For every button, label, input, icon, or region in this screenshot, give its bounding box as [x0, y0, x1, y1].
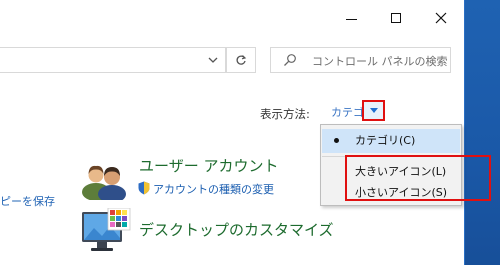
maximize-button[interactable] [381, 8, 411, 28]
menu-item-label: 小さいアイコン(S) [355, 186, 448, 199]
menu-item-label: 大きいアイコン(L) [355, 165, 447, 178]
menu-item-large-icons[interactable]: 大きいアイコン(L) [322, 161, 460, 179]
search-input[interactable]: コントロール パネルの検索 [270, 47, 451, 73]
monitor-icon[interactable] [80, 208, 132, 258]
partial-link-text[interactable]: ピーを保存 [0, 193, 55, 209]
minimize-button[interactable] [336, 8, 366, 28]
chevron-down-icon[interactable] [207, 55, 219, 65]
menu-item-small-icons[interactable]: 小さいアイコン(S) [322, 182, 460, 200]
dropdown-arrow-icon [369, 108, 378, 113]
view-by-dropdown-button[interactable] [362, 100, 385, 121]
change-account-type-link[interactable]: アカウントの種類の変更 [153, 181, 274, 197]
view-by-label: 表示方法: [260, 107, 310, 121]
view-by-menu: カテゴリ(C) 大きいアイコン(L) 小さいアイコン(S) [320, 124, 462, 206]
desktop-customization-link[interactable]: デスクトップのカスタマイズ [139, 219, 334, 240]
refresh-icon [236, 55, 247, 65]
menu-item-label: カテゴリ(C) [355, 134, 416, 147]
users-icon[interactable] [79, 160, 129, 200]
search-placeholder: コントロール パネルの検索 [312, 55, 448, 68]
refresh-button[interactable] [226, 47, 256, 73]
maximize-icon [391, 13, 401, 23]
user-accounts-link[interactable]: ユーザー アカウント [139, 155, 278, 176]
close-button[interactable] [426, 8, 456, 28]
minimize-icon [345, 18, 357, 20]
control-panel-window: コントロール パネルの検索 表示方法: カテゴリ ピーを保存 ユーザー アカウン… [0, 0, 491, 265]
menu-item-category[interactable]: カテゴリ(C) [322, 129, 460, 153]
menu-separator [322, 156, 460, 157]
close-icon [435, 12, 447, 24]
search-icon [284, 54, 296, 66]
address-bar[interactable] [0, 47, 226, 73]
uac-shield-icon [138, 181, 150, 195]
desktop-background [464, 0, 500, 265]
bullet-icon [334, 138, 339, 143]
screenshot-frame: コントロール パネルの検索 表示方法: カテゴリ ピーを保存 ユーザー アカウン… [0, 0, 500, 265]
